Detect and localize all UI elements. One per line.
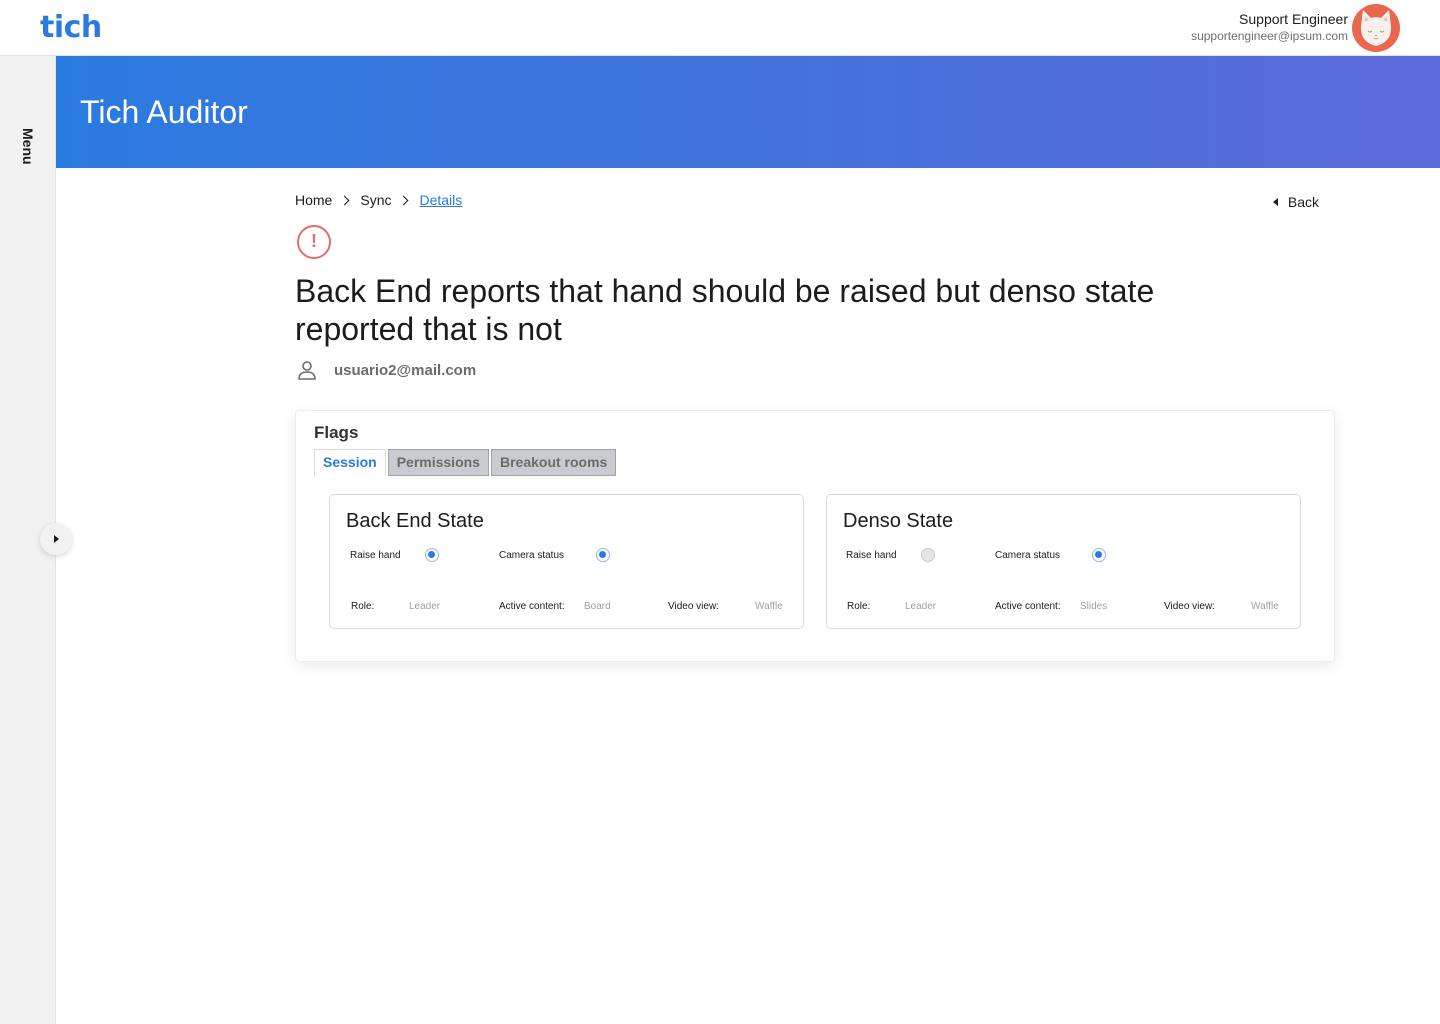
active-content-value: Slides <box>1080 601 1108 612</box>
tab-session[interactable]: Session <box>314 449 386 476</box>
back-label: Back <box>1287 194 1319 210</box>
breadcrumb-home[interactable]: Home <box>295 192 332 208</box>
page-banner: Tich Auditor <box>56 56 1440 168</box>
avatar[interactable] <box>1352 4 1400 52</box>
breadcrumb: Home Sync Details <box>295 188 1335 212</box>
chevron-right-icon <box>399 195 409 205</box>
alert-circle-icon: ! <box>297 225 331 259</box>
raise-hand-label: Raise hand <box>846 550 897 561</box>
raise-hand-radio[interactable] <box>425 548 439 562</box>
cat-avatar-icon <box>1360 10 1392 46</box>
tich-logo[interactable]: tich <box>40 10 102 45</box>
back-end-state-panel: Back End State Raise hand Camera status … <box>329 494 804 629</box>
caret-left-icon <box>1272 198 1278 206</box>
user-icon <box>298 361 316 380</box>
breadcrumb-sync[interactable]: Sync <box>360 192 391 208</box>
raise-hand-label: Raise hand <box>350 550 401 561</box>
video-view-value: Waffle <box>755 601 783 612</box>
back-button[interactable]: Back <box>1272 194 1319 210</box>
camera-status-radio[interactable] <box>596 548 610 562</box>
active-content-value: Board <box>584 601 611 612</box>
page-title: Tich Auditor <box>80 94 248 130</box>
user-info: Support Engineer supportengineer@ipsum.c… <box>1191 11 1348 44</box>
menu-label[interactable]: Menu <box>20 128 36 165</box>
camera-status-label: Camera status <box>499 550 565 561</box>
breadcrumb-details[interactable]: Details <box>419 192 462 208</box>
user-name: Support Engineer <box>1239 11 1348 27</box>
role-label: Role: <box>351 601 375 612</box>
role-value: Leader <box>409 601 441 612</box>
flags-card: Flags Session Permissions Breakout rooms… <box>295 410 1335 662</box>
state-title: Denso State <box>843 510 954 532</box>
active-content-label: Active content: <box>499 601 565 612</box>
active-content-label: Active content: <box>995 601 1061 612</box>
user-email: supportengineer@ipsum.com <box>1191 29 1348 43</box>
chevron-right-icon <box>339 195 350 205</box>
tab-breakout-rooms[interactable]: Breakout rooms <box>490 449 617 476</box>
issue-user-email: usuario2@mail.com <box>334 361 477 379</box>
state-title: Back End State <box>346 510 484 532</box>
top-bar: tich Support Engineer supportengineer@ip… <box>0 0 1440 56</box>
tab-permissions[interactable]: Permissions <box>387 449 489 476</box>
flags-title: Flags <box>314 423 359 442</box>
camera-status-label: Camera status <box>995 550 1061 561</box>
main-content: Home Sync Details Back ! Back End report… <box>295 188 1335 662</box>
issue-title: Back End reports that hand should be rai… <box>295 273 1155 347</box>
video-view-label: Video view: <box>668 601 719 612</box>
expand-menu-button[interactable] <box>40 523 72 555</box>
role-value: Leader <box>905 601 937 612</box>
camera-status-radio[interactable] <box>1092 548 1106 562</box>
flags-tabs: Session Permissions Breakout rooms <box>314 449 618 476</box>
role-label: Role: <box>847 601 871 612</box>
video-view-value: Waffle <box>1251 601 1279 612</box>
denso-state-panel: Denso State Raise hand Camera status Rol… <box>826 494 1301 629</box>
raise-hand-radio[interactable] <box>921 548 935 562</box>
issue-user: usuario2@mail.com <box>297 360 476 380</box>
caret-right-icon <box>53 535 59 543</box>
video-view-label: Video view: <box>1164 601 1215 612</box>
